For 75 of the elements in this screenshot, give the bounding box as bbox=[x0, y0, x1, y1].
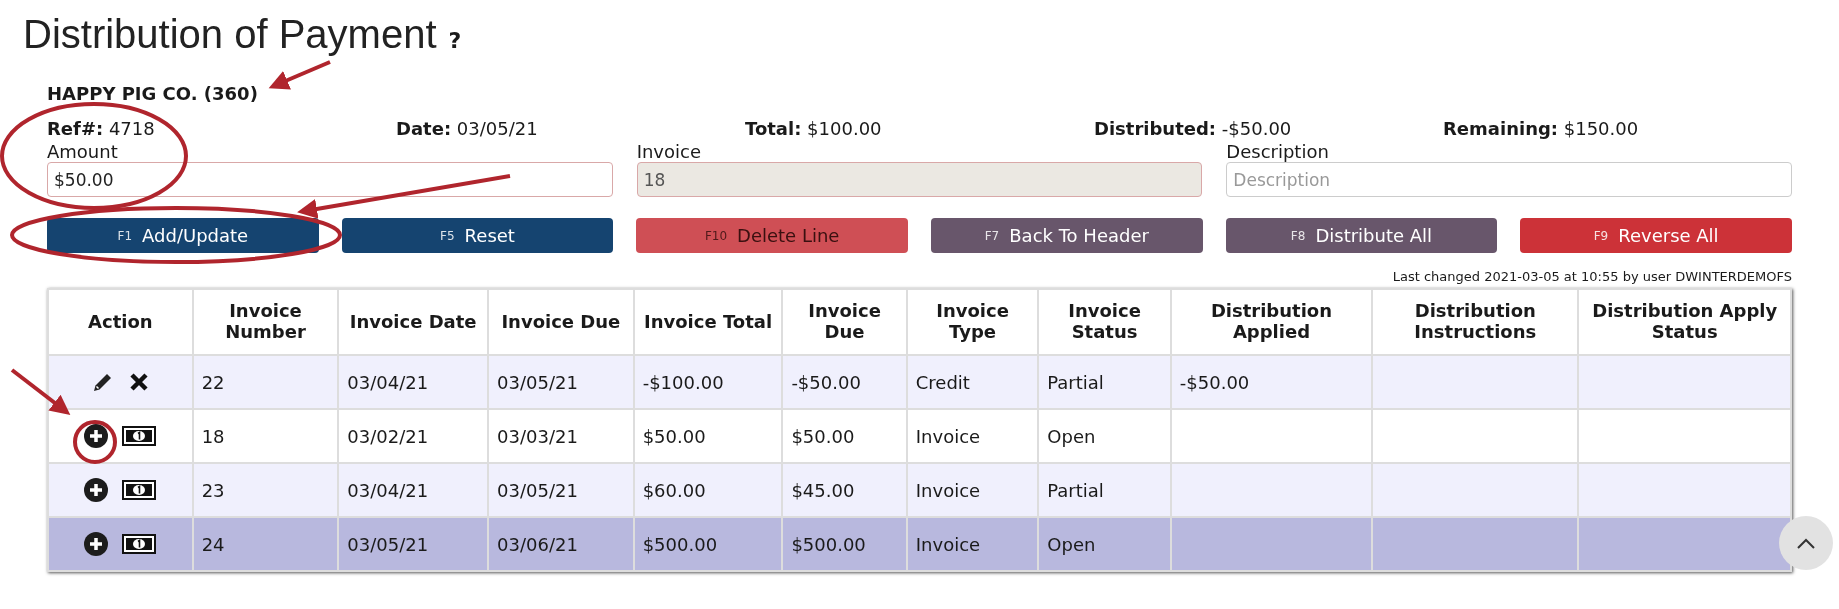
column-header: Invoice Due bbox=[488, 289, 634, 355]
annotation-circle bbox=[73, 420, 117, 464]
column-header: Invoice Type bbox=[906, 289, 1039, 355]
field-label: Amount bbox=[47, 141, 119, 162]
banknote-icon[interactable] bbox=[122, 480, 157, 500]
table-cell: 22 bbox=[192, 355, 339, 409]
close-icon[interactable] bbox=[129, 372, 150, 392]
action-button[interactable]: F9 Reverse All bbox=[1520, 218, 1792, 253]
action-button[interactable]: F8 Distribute All bbox=[1225, 218, 1498, 253]
table-cell: Partial bbox=[1038, 355, 1171, 409]
summary-item: Date: 03/05/21 bbox=[396, 118, 538, 139]
table-cell: -$100.00 bbox=[633, 355, 783, 409]
plus-circle-icon[interactable] bbox=[84, 424, 109, 448]
table-cell: 03/06/21 bbox=[488, 517, 634, 571]
table-cell: Invoice bbox=[906, 517, 1039, 571]
column-header: Action bbox=[48, 289, 193, 355]
column-header: Invoice Total bbox=[633, 289, 783, 355]
table-row[interactable]: 23 03/04/21 03/05/21 $60.00 $45.00 Invoice Partial bbox=[48, 463, 1791, 517]
banknote-icon[interactable] bbox=[122, 534, 157, 554]
table-cell: 23 bbox=[192, 463, 339, 517]
banknote-icon[interactable] bbox=[122, 426, 157, 446]
summary-item: Ref#: 4718 bbox=[47, 118, 155, 139]
table-cell: -$50.00 bbox=[1170, 355, 1373, 409]
field-label: Invoice bbox=[636, 141, 702, 162]
page-title: Distribution of Payment bbox=[23, 12, 437, 57]
table-cell: $500.00 bbox=[633, 517, 783, 571]
column-header: Invoice Due bbox=[782, 289, 907, 355]
table-cell: Invoice bbox=[906, 409, 1039, 463]
table-cell: $500.00 bbox=[782, 517, 907, 571]
table-cell: Invoice bbox=[906, 463, 1039, 517]
column-header: Distribution Apply Status bbox=[1578, 289, 1791, 355]
input-field[interactable]: Description bbox=[1226, 162, 1792, 197]
table-cell: $50.00 bbox=[782, 409, 907, 463]
action-button[interactable]: F7 Back To Header bbox=[931, 218, 1203, 253]
table-cell: 03/02/21 bbox=[338, 409, 488, 463]
table-cell: 03/05/21 bbox=[488, 355, 634, 409]
table-cell: 18 bbox=[192, 409, 339, 463]
action-button[interactable]: F1 Add/Update bbox=[47, 218, 319, 253]
field-label: Description bbox=[1226, 141, 1330, 162]
annotation-arrow bbox=[268, 60, 331, 90]
company-name: HAPPY PIG CO. (360) bbox=[47, 83, 259, 104]
chevron-up-icon bbox=[1797, 537, 1815, 549]
table-row[interactable]: 24 03/05/21 03/06/21 $500.00 $500.00 Invoice Open bbox=[48, 517, 1791, 571]
help-link[interactable]: ? bbox=[448, 28, 462, 53]
summary-item: Remaining: $150.00 bbox=[1443, 118, 1639, 139]
table-cell: 03/04/21 bbox=[338, 355, 488, 409]
plus-circle-icon[interactable] bbox=[84, 532, 109, 556]
action-button[interactable]: F10 Delete Line bbox=[636, 218, 908, 253]
column-header: Distribution Instructions bbox=[1372, 289, 1579, 355]
table-row[interactable]: 18 03/02/21 03/03/21 $50.00 $50.00 Invoice Open bbox=[48, 409, 1791, 463]
column-header: Distribution Applied bbox=[1170, 289, 1373, 355]
table-cell: $60.00 bbox=[633, 463, 783, 517]
column-header: Invoice Date bbox=[338, 289, 488, 355]
table-cell: 03/03/21 bbox=[488, 409, 634, 463]
table-cell: 24 bbox=[192, 517, 339, 571]
last-changed-note: Last changed 2021-03-05 at 10:55 by user DWINTERDEMOFS bbox=[1392, 269, 1792, 284]
table-cell: $45.00 bbox=[782, 463, 907, 517]
table-cell: 03/04/21 bbox=[338, 463, 488, 517]
table-cell: 03/05/21 bbox=[338, 517, 488, 571]
summary-item: Distributed: -$50.00 bbox=[1094, 118, 1292, 139]
column-header: Invoice Status bbox=[1038, 289, 1171, 355]
input-field[interactable]: $50.00 bbox=[47, 162, 613, 197]
table-cell: Partial bbox=[1038, 463, 1171, 517]
table-row[interactable]: 22 03/04/21 03/05/21 -$100.00 -$50.00 Credit Partial -$50.00 bbox=[48, 355, 1791, 409]
table-cell: $50.00 bbox=[633, 409, 783, 463]
table-cell: Credit bbox=[906, 355, 1039, 409]
table-cell: 03/05/21 bbox=[488, 463, 634, 517]
table-cell: Open bbox=[1038, 409, 1171, 463]
table-cell: Open bbox=[1038, 517, 1171, 571]
action-button[interactable]: F5 Reset bbox=[341, 218, 614, 253]
annotation-arrow bbox=[10, 368, 71, 415]
summary-item: Total: $100.00 bbox=[745, 118, 882, 139]
table-cell: -$50.00 bbox=[782, 355, 907, 409]
column-header: Invoice Number bbox=[192, 289, 339, 355]
plus-circle-icon[interactable] bbox=[84, 478, 109, 502]
